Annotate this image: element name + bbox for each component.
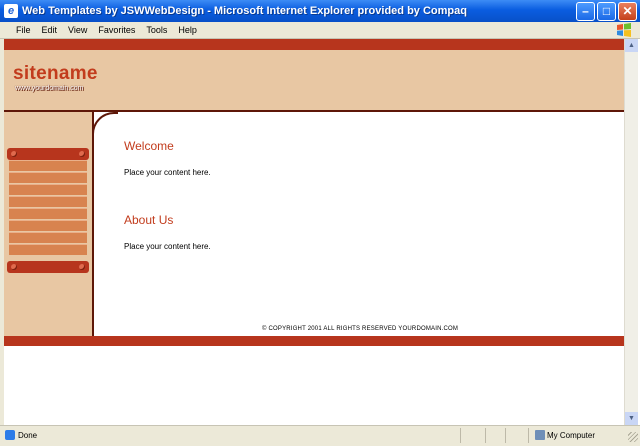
site-domain: www.yourdomain.com	[15, 85, 84, 92]
nav-item-3[interactable]	[9, 184, 87, 195]
status-divider	[528, 428, 529, 443]
status-divider	[485, 428, 486, 443]
ie-icon[interactable]: e	[4, 4, 18, 18]
about-heading: About Us	[124, 213, 174, 227]
site-name-logo[interactable]: sitename	[13, 63, 98, 85]
nav-list	[9, 160, 87, 256]
menu-favorites[interactable]: Favorites	[98, 25, 135, 35]
nav-bottom-cap	[7, 261, 89, 273]
rivet-icon	[11, 151, 17, 157]
status-divider	[505, 428, 506, 443]
vertical-scrollbar[interactable]: ▲ ▼	[624, 39, 638, 425]
nav-item-7[interactable]	[9, 232, 87, 243]
menu-bar: File Edit View Favorites Tools Help	[0, 22, 640, 39]
welcome-heading: Welcome	[124, 139, 174, 153]
scroll-up-arrow-icon[interactable]: ▲	[625, 39, 638, 52]
status-bar: Done My Computer	[0, 425, 640, 446]
rivet-icon	[11, 264, 17, 270]
nav-item-1[interactable]	[9, 160, 87, 171]
nav-top-cap	[7, 148, 89, 160]
status-text: Done	[18, 431, 38, 440]
resize-grip-icon[interactable]	[628, 432, 638, 442]
computer-icon	[535, 430, 545, 440]
about-text: Place your content here.	[124, 242, 211, 251]
windows-logo-icon	[617, 23, 631, 37]
site-header: sitename www.yourdomain.com	[4, 50, 624, 112]
nav-item-4[interactable]	[9, 196, 87, 207]
nav-item-5[interactable]	[9, 208, 87, 219]
status-divider	[460, 428, 461, 443]
nav-item-2[interactable]	[9, 172, 87, 183]
copyright-text: © COPYRIGHT 2001 ALL RIGHTS RESERVED YOU…	[262, 326, 459, 332]
welcome-text: Place your content here.	[124, 168, 211, 177]
nav-item-8[interactable]	[9, 244, 87, 255]
maximize-button[interactable]: □	[597, 1, 616, 21]
window-title: Web Templates by JSWWebDesign - Microsof…	[22, 5, 467, 17]
menu-tools[interactable]: Tools	[146, 25, 167, 35]
scroll-down-arrow-icon[interactable]: ▼	[625, 412, 638, 425]
close-button[interactable]: ✕	[618, 1, 637, 21]
footer-red-band	[4, 336, 624, 346]
minimize-button[interactable]: –	[576, 1, 595, 21]
nav-item-6[interactable]	[9, 220, 87, 231]
page-icon	[5, 430, 15, 440]
menu-help[interactable]: Help	[178, 25, 197, 35]
menu-edit[interactable]: Edit	[42, 25, 58, 35]
page-viewport: sitename www.yourdomain.com Welcome Plac…	[4, 39, 624, 425]
title-bar: e Web Templates by JSWWebDesign - Micros…	[0, 0, 640, 22]
rivet-icon	[79, 151, 85, 157]
menu-file[interactable]: File	[16, 25, 31, 35]
menu-view[interactable]: View	[68, 25, 87, 35]
nav-menu	[7, 148, 89, 273]
content-corner	[92, 112, 118, 138]
zone-text: My Computer	[547, 431, 596, 440]
top-red-band	[4, 39, 624, 50]
rivet-icon	[79, 264, 85, 270]
